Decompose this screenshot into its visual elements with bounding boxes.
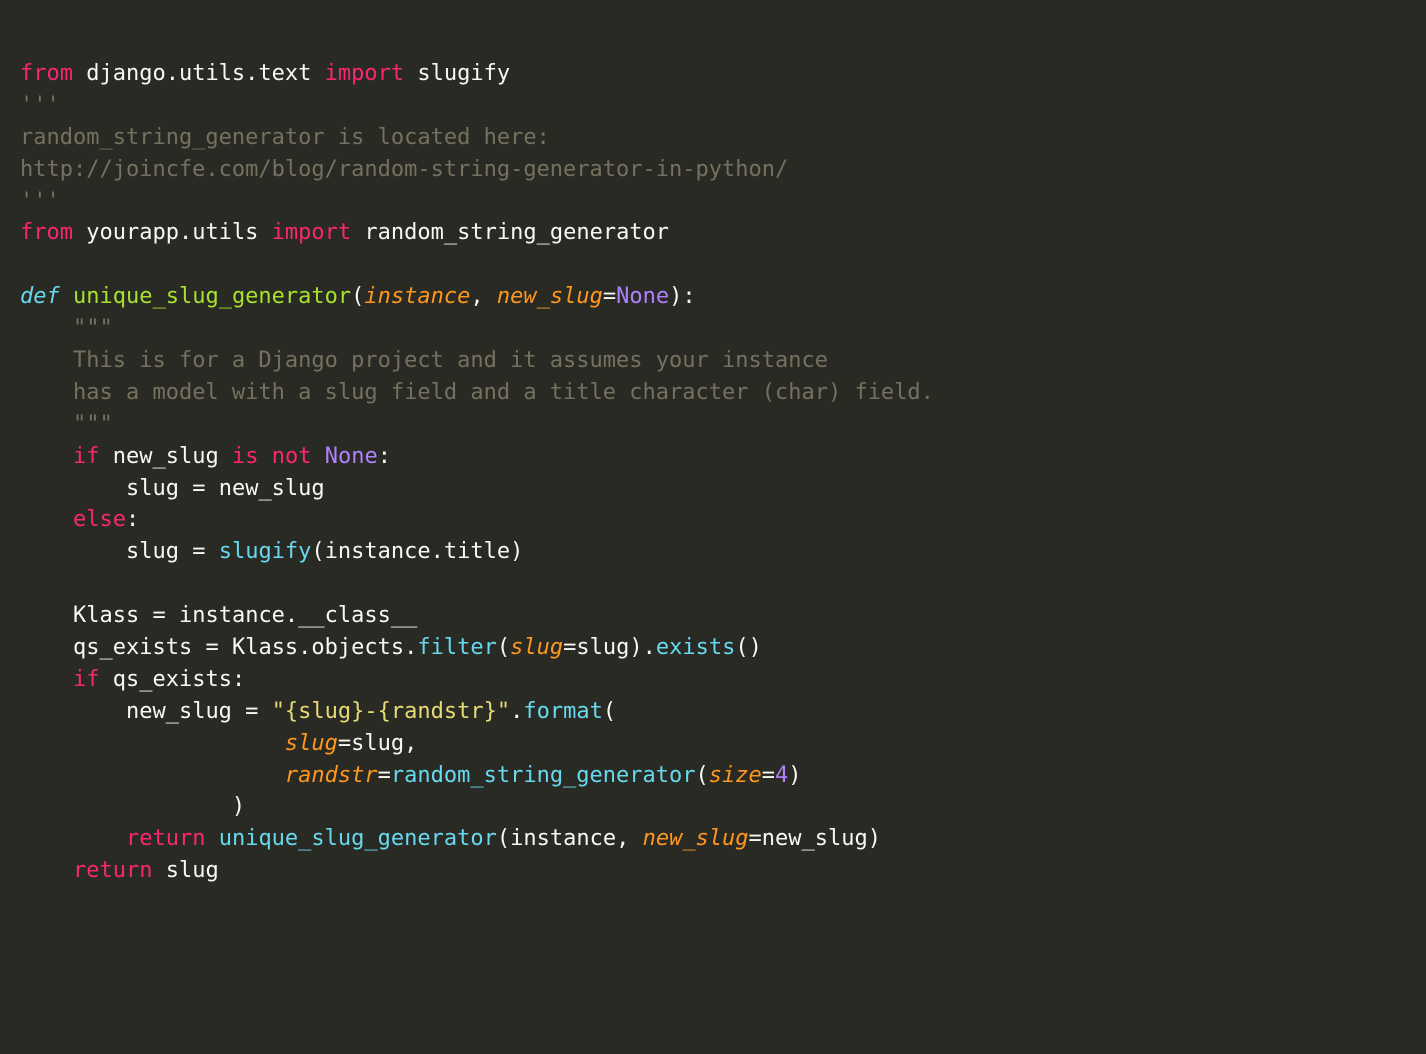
docstring-quote: ''' [20,93,60,118]
docstring-quote: """ [73,316,113,341]
identifier: new_slug [762,826,868,851]
equals: = [338,731,351,756]
identifier: qs_exists [73,635,192,660]
kwarg: slug [285,731,338,756]
identifier: new_slug [113,444,219,469]
keyword-if: if [73,444,100,469]
docstring-line: random_string_generator is located here: [20,125,550,150]
equals: = [749,826,762,851]
module-path: django.utils.text [86,61,311,86]
keyword-return: return [126,826,205,851]
kwarg: slug [510,635,563,660]
identifier: slug [576,635,629,660]
comma: , [404,731,417,756]
identifier: slug [126,476,179,501]
method-call: exists [656,635,735,660]
none-literal: None [325,444,378,469]
paren: ( [311,539,324,564]
identifier: Klass.objects. [232,635,417,660]
function-call: random_string_generator [391,763,696,788]
keyword-from: from [20,61,73,86]
docstring-line: http://joincfe.com/blog/random-string-ge… [20,157,788,182]
keyword-is: is [232,444,259,469]
keyword-if: if [73,667,100,692]
colon: : [232,667,245,692]
kwarg: size [709,763,762,788]
comma: , [470,284,497,309]
identifier: instance [510,826,616,851]
colon: : [378,444,391,469]
keyword-not: not [272,444,312,469]
paren: ) [232,794,245,819]
docstring-line: This is for a Django project and it assu… [73,348,841,373]
equals: = [179,539,219,564]
paren: ): [669,284,696,309]
param: new_slug [497,284,603,309]
keyword-return: return [73,858,152,883]
identifier: qs_exists [113,667,232,692]
function-call: slugify [219,539,312,564]
import-name: random_string_generator [364,220,669,245]
keyword-else: else [73,507,126,532]
identifier: new_slug [219,476,325,501]
paren: () [735,635,762,660]
paren: ( [351,284,364,309]
identifier: slug [351,731,404,756]
paren: ( [497,826,510,851]
function-name: unique_slug_generator [73,284,351,309]
string-literal: "{slug}-{randstr}" [272,699,510,724]
keyword-import: import [272,220,351,245]
paren: ). [629,635,656,660]
equals: = [762,763,775,788]
paren: ( [603,699,616,724]
identifier: new_slug [126,699,232,724]
equals: = [139,603,179,628]
code-block: from django.utils.text import slugify ''… [0,0,1426,887]
identifier: instance.__class__ [179,603,417,628]
kwarg: new_slug [643,826,749,851]
number-literal: 4 [775,763,788,788]
colon: : [126,507,139,532]
docstring-line: has a model with a slug field and a titl… [73,380,934,405]
identifier: Klass [73,603,139,628]
equals: = [192,635,232,660]
import-name: slugify [417,61,510,86]
keyword-def: def [20,284,60,309]
comma: , [616,826,643,851]
equals: = [563,635,576,660]
identifier: slug [166,858,219,883]
function-call: unique_slug_generator [219,826,497,851]
paren: ( [696,763,709,788]
equals: = [232,699,272,724]
equals: = [179,476,219,501]
method-call: format [523,699,602,724]
equals: = [378,763,391,788]
equals: = [603,284,616,309]
paren: ( [497,635,510,660]
paren: ) [788,763,801,788]
keyword-from: from [20,220,73,245]
docstring-quote: ''' [20,189,60,214]
identifier: slug [126,539,179,564]
docstring-quote: """ [73,412,113,437]
none-literal: None [616,284,669,309]
param: instance [364,284,470,309]
kwarg: randstr [285,763,378,788]
module-path: yourapp.utils [86,220,258,245]
keyword-import: import [325,61,404,86]
paren: ) [510,539,523,564]
paren: ) [868,826,881,851]
method-call: filter [417,635,496,660]
identifier: instance.title [325,539,510,564]
dot: . [510,699,523,724]
